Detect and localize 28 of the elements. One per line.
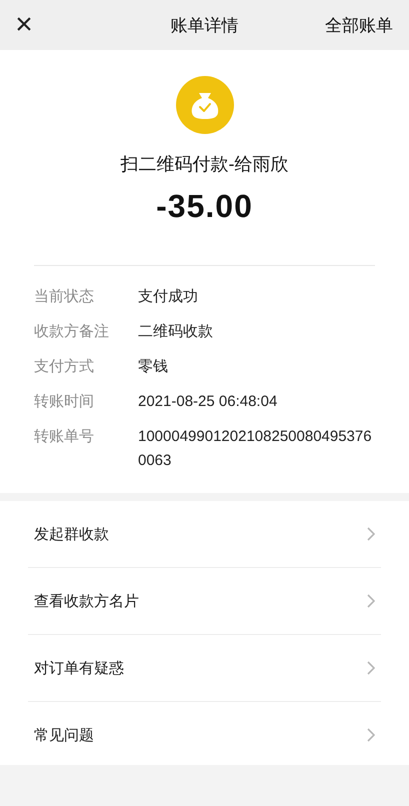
menu-item[interactable]: 查看收款方名片 (28, 567, 381, 634)
detail-value: 2021-08-25 06:48:04 (138, 392, 278, 412)
chevron-right-icon (367, 527, 375, 541)
detail-value: 零钱 (138, 357, 169, 377)
detail-value: 二维码收款 (138, 322, 214, 342)
menu-item-label: 发起群收款 (34, 524, 109, 544)
all-bills-link[interactable]: 全部账单 (325, 14, 393, 36)
chevron-right-icon (367, 728, 375, 742)
detail-value: 支付成功 (138, 287, 199, 307)
menu-item[interactable]: 常见问题 (28, 701, 381, 768)
menu-item-label: 查看收款方名片 (34, 592, 139, 610)
menu-item-label: 常见问题 (34, 726, 94, 744)
detail-label: 支付方式 (34, 357, 95, 377)
payment-amount: -35.00 (156, 188, 253, 225)
menu-item[interactable]: 对订单有疑惑 (28, 634, 381, 701)
detail-label: 当前状态 (34, 287, 95, 307)
detail-label: 转账时间 (34, 392, 95, 412)
close-button[interactable]: × (8, 10, 40, 40)
menu-item-label: 对订单有疑惑 (34, 658, 124, 678)
page-title: 账单详情 (170, 14, 238, 36)
chevron-right-icon (367, 594, 375, 608)
detail-label: 收款方备注 (34, 322, 110, 342)
detail-label: 转账单号 (34, 427, 95, 447)
chevron-right-icon (367, 661, 375, 675)
payment-title: 扫二维码付款-给雨欣 (120, 153, 288, 176)
money-bag-icon (176, 76, 234, 134)
detail-value: 10000499012021082500804953760063 (138, 427, 373, 471)
menu-item[interactable]: 发起群收款 (28, 501, 381, 567)
